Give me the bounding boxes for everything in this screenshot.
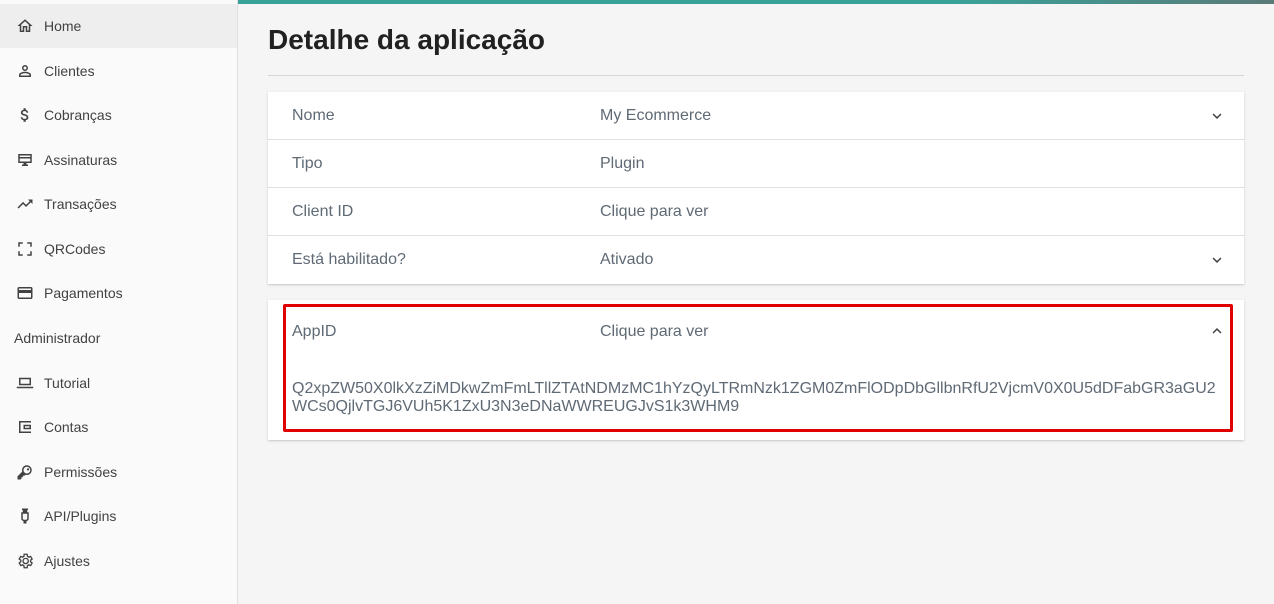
detail-row-nome[interactable]: Nome My Ecommerce (268, 92, 1244, 140)
sidebar-item-label: API/Plugins (44, 508, 117, 524)
trending-up-icon (16, 195, 34, 213)
credit-card-icon (16, 284, 34, 302)
detail-label: Client ID (292, 202, 354, 220)
chevron-up-icon[interactable] (1208, 322, 1226, 340)
sidebar-item-permissoes[interactable]: Permissões (0, 450, 237, 494)
laptop-icon (16, 374, 34, 392)
sidebar-item-api-plugins[interactable]: API/Plugins (0, 494, 237, 538)
chevron-down-icon[interactable] (1208, 107, 1226, 125)
sidebar-item-label: Cobranças (44, 107, 112, 123)
sidebar-item-label: Pagamentos (44, 285, 123, 301)
key-icon (16, 463, 34, 481)
sidebar-item-label: Transações (44, 196, 117, 212)
dollar-icon (16, 106, 34, 124)
wallet-icon (16, 418, 34, 436)
appid-card[interactable]: AppID Clique para ver Q2xpZW50X0lkXzZiMD… (268, 300, 1244, 440)
sidebar-item-assinaturas[interactable]: Assinaturas (0, 138, 237, 182)
sidebar-item-label: Contas (44, 419, 89, 435)
sidebar-item-pagamentos[interactable]: Pagamentos (0, 271, 237, 315)
detail-label: Está habilitado? (292, 251, 406, 268)
sidebar-item-label: Tutorial (44, 375, 91, 391)
sidebar-item-clientes[interactable]: Clientes (0, 49, 237, 93)
title-divider (268, 75, 1244, 76)
sidebar-item-label: Assinaturas (44, 152, 118, 168)
sidebar-item-label: Home (44, 18, 82, 34)
detail-value: Ativado (600, 251, 654, 268)
page-title: Detalhe da aplicação (268, 24, 546, 55)
sidebar-item-cobrancas[interactable]: Cobranças (0, 93, 237, 137)
sidebar-item-home[interactable]: Home (0, 4, 237, 48)
detail-row-tipo: Tipo Plugin (268, 140, 1244, 188)
details-card: Nome My Ecommerce Tipo Plugin Client ID … (268, 92, 1244, 284)
sidebar-item-label: Permissões (44, 464, 118, 480)
sidebar-section-label: Administrador (14, 330, 101, 346)
sidebar-item-transacoes[interactable]: Transações (0, 182, 237, 226)
detail-row-habilitado[interactable]: Está habilitado? Ativado (268, 236, 1244, 284)
client-id-reveal[interactable]: Clique para ver (600, 203, 709, 221)
subscription-icon (16, 151, 34, 169)
detail-label: Tipo (292, 154, 323, 172)
detail-value: My Ecommerce (600, 106, 712, 124)
sidebar-item-label: Ajustes (44, 553, 90, 569)
sidebar-item-qrcodes[interactable]: QRCodes (0, 227, 237, 271)
sidebar-item-contas[interactable]: Contas (0, 405, 237, 449)
sidebar-item-label: Clientes (44, 63, 95, 79)
chevron-down-icon[interactable] (1208, 251, 1226, 269)
qr-scan-icon (16, 240, 34, 258)
sidebar-item-tutorial[interactable]: Tutorial (0, 361, 237, 405)
appid-token-text: Q2xpZW50X0lkXzZiMDkwZmFmLTllZTAtNDMzMC1h… (292, 380, 1216, 415)
person-icon (16, 62, 34, 80)
gear-icon (16, 552, 34, 570)
detail-label: Nome (292, 106, 335, 124)
sidebar-item-ajustes[interactable]: Ajustes (0, 539, 237, 583)
sidebar: Home Clientes Cobranças Assinaturas Tran… (0, 0, 238, 604)
plug-icon (16, 507, 34, 525)
detail-row-client-id: Client ID Clique para ver (268, 188, 1244, 236)
detail-value: Plugin (600, 154, 645, 172)
appid-label: AppID (292, 323, 337, 340)
home-icon (16, 17, 34, 35)
appid-reveal[interactable]: Clique para ver (600, 323, 709, 341)
sidebar-item-label: QRCodes (44, 241, 106, 257)
top-accent-bar (238, 0, 1274, 4)
